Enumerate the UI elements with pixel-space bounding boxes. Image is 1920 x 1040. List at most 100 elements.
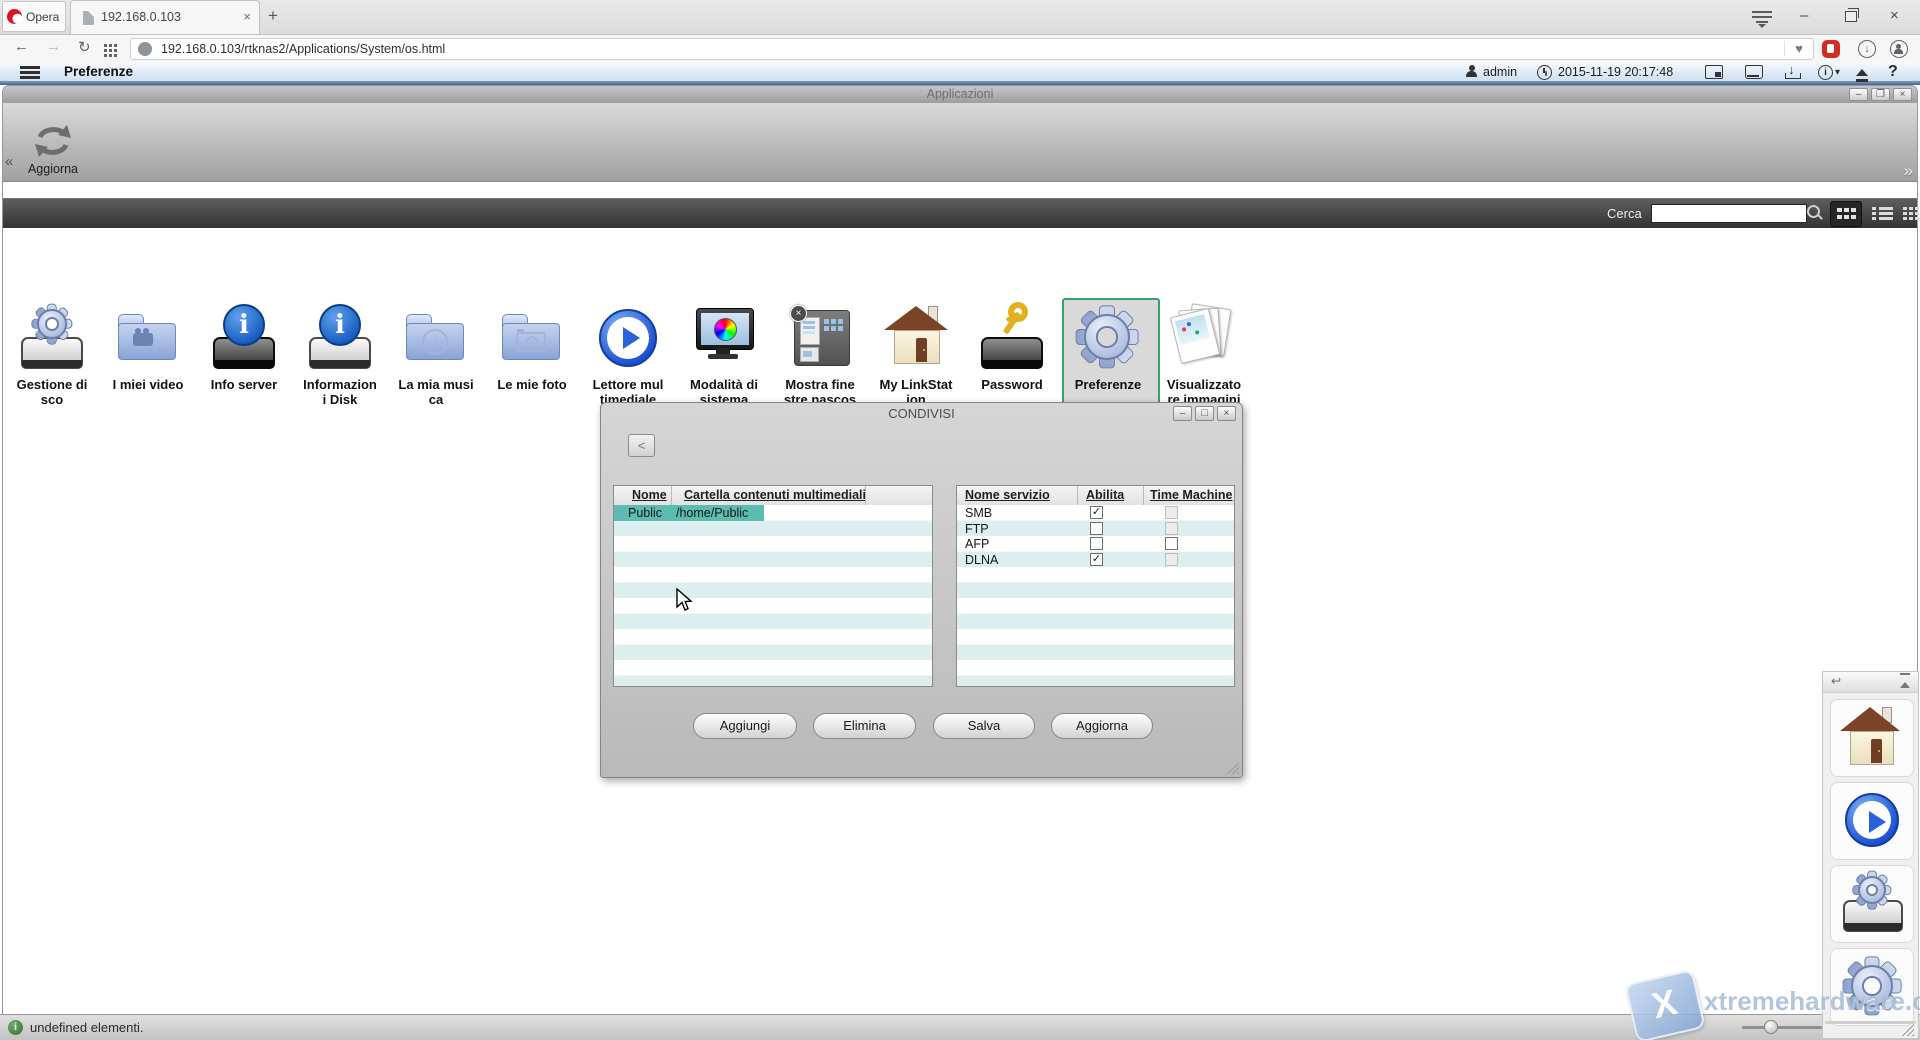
service-row-dlna[interactable]: DLNA bbox=[957, 552, 1234, 568]
refresh-button[interactable]: Aggiorna bbox=[17, 123, 89, 176]
gear-icon bbox=[1853, 871, 1891, 909]
dialog-minimize-button[interactable]: – bbox=[1173, 406, 1192, 421]
app-icon-preferenze[interactable]: Preferenze bbox=[1060, 304, 1156, 392]
appwin-close-button[interactable]: × bbox=[1893, 88, 1912, 101]
zoom-slider-knob[interactable] bbox=[1764, 1020, 1778, 1034]
video-folder-icon bbox=[118, 314, 178, 362]
window-resize-grip[interactable] bbox=[1902, 1024, 1914, 1036]
view-grid-button[interactable] bbox=[1830, 201, 1862, 227]
dlna-abilita-checkbox[interactable] bbox=[1090, 553, 1103, 566]
dialog-close-button[interactable]: × bbox=[1217, 406, 1236, 421]
dock-sidebar: ↩ bbox=[1822, 671, 1919, 1039]
browser-address-bar: ← → ↻ 192.168.0.103/rtknas2/Applications… bbox=[0, 35, 1920, 63]
appwin-minimize-button[interactable]: – bbox=[1849, 88, 1868, 101]
dialog-back-button[interactable]: < bbox=[628, 434, 655, 457]
app-icon-password[interactable]: Password bbox=[964, 304, 1060, 392]
services-table: Nome servizio Abilita Time Machine SMB F… bbox=[956, 485, 1235, 687]
play-icon bbox=[599, 309, 657, 367]
service-row-smb[interactable]: SMB bbox=[957, 505, 1234, 521]
applications-window-title[interactable]: Applicazioni bbox=[3, 86, 1917, 103]
dlna-tm-checkbox[interactable] bbox=[1165, 553, 1178, 566]
zoom-slider-track[interactable] bbox=[1742, 1026, 1822, 1029]
app-icon-la-mia-musica[interactable]: La mia musi ca bbox=[388, 304, 484, 407]
afp-tm-checkbox[interactable] bbox=[1165, 537, 1178, 550]
aggiungi-button[interactable]: Aggiungi bbox=[693, 713, 797, 739]
dock-pin-icon[interactable] bbox=[1900, 677, 1910, 688]
tab-title: 192.168.0.103 bbox=[101, 10, 181, 24]
download-icon[interactable]: ↓ bbox=[1858, 40, 1876, 58]
search-icon[interactable] bbox=[1807, 205, 1820, 218]
app-icon-i-miei-video[interactable]: I miei video bbox=[100, 304, 196, 392]
collapse-left-chevron[interactable]: « bbox=[5, 153, 13, 170]
opera-menu-button[interactable]: Opera bbox=[2, 1, 66, 32]
aggiorna-button[interactable]: Aggiorna bbox=[1051, 713, 1153, 739]
opera-logo-icon bbox=[7, 9, 22, 24]
col-nome-servizio[interactable]: Nome servizio bbox=[965, 488, 1050, 502]
smb-tm-checkbox[interactable] bbox=[1165, 506, 1178, 519]
user-name[interactable]: admin bbox=[1483, 65, 1517, 79]
reload-icon[interactable]: ↻ bbox=[78, 38, 91, 56]
dock-item-my-linkstation[interactable] bbox=[1830, 699, 1914, 777]
adblock-icon[interactable] bbox=[1822, 40, 1840, 58]
dock-back-icon[interactable]: ↩ bbox=[1831, 674, 1841, 688]
selected-share-row[interactable]: Public /home/Public bbox=[614, 505, 764, 521]
play-icon bbox=[1845, 793, 1899, 847]
app-icon-gestione-disco[interactable]: Gestione di sco bbox=[4, 304, 100, 407]
col-abilita[interactable]: Abilita bbox=[1086, 488, 1124, 502]
user-icon bbox=[1466, 65, 1477, 76]
elimina-button[interactable]: Elimina bbox=[813, 713, 916, 739]
collapse-right-chevron[interactable]: » bbox=[1904, 161, 1913, 181]
dialog-maximize-button[interactable]: □ bbox=[1195, 406, 1214, 421]
bookmark-heart-icon[interactable]: ♥ bbox=[1784, 41, 1803, 56]
nas-download-icon[interactable] bbox=[1785, 65, 1799, 79]
storage-icon[interactable] bbox=[1745, 65, 1763, 79]
ftp-abilita-checkbox[interactable] bbox=[1090, 522, 1103, 535]
screenshot-icon[interactable] bbox=[1705, 65, 1723, 79]
window-restore-button[interactable] bbox=[1845, 8, 1857, 22]
app-icon-visualizzatore-immagini[interactable]: Visualizzato re immagini bbox=[1156, 304, 1252, 407]
salva-button[interactable]: Salva bbox=[933, 713, 1035, 739]
col-time-machine[interactable]: Time Machine bbox=[1150, 488, 1232, 502]
tab-menu-icon[interactable] bbox=[1752, 11, 1772, 32]
app-icon-info-server[interactable]: Info server bbox=[196, 304, 292, 392]
smb-abilita-checkbox[interactable] bbox=[1090, 506, 1103, 519]
new-tab-button[interactable]: + bbox=[268, 6, 278, 26]
appwin-restore-button[interactable]: ❐ bbox=[1871, 88, 1890, 101]
app-icon-informazioni-disk[interactable]: Informazion i Disk bbox=[292, 304, 388, 407]
col-cartella[interactable]: Cartella contenuti multimediali bbox=[684, 488, 866, 502]
view-list-button[interactable] bbox=[1867, 201, 1897, 225]
app-icon-my-linkstation[interactable]: My LinkStat ion bbox=[868, 304, 964, 407]
search-input[interactable] bbox=[1651, 204, 1807, 223]
app-icon-lettore-multimediale[interactable]: Lettore mul timediale bbox=[580, 304, 676, 407]
browser-tab[interactable]: 192.168.0.103 × bbox=[70, 0, 260, 34]
view-detail-button[interactable] bbox=[1899, 201, 1920, 225]
eject-icon[interactable] bbox=[1856, 63, 1868, 76]
services-table-body[interactable]: SMB FTP AFP DLNA bbox=[957, 505, 1234, 686]
profile-icon[interactable] bbox=[1890, 40, 1908, 58]
service-row-afp[interactable]: AFP bbox=[957, 536, 1234, 552]
shares-table-body[interactable]: Public /home/Public bbox=[614, 505, 932, 686]
back-icon[interactable]: ← bbox=[14, 38, 29, 55]
site-badge-icon[interactable] bbox=[138, 42, 152, 56]
afp-abilita-checkbox[interactable] bbox=[1090, 537, 1103, 550]
condivisi-dialog: CONDIVISI – □ × < Nome Cartella contenut… bbox=[600, 402, 1243, 778]
ftp-tm-checkbox[interactable] bbox=[1165, 522, 1178, 535]
window-close-button[interactable]: × bbox=[1890, 8, 1899, 24]
help-button[interactable]: ? bbox=[1888, 63, 1898, 81]
forward-icon[interactable]: → bbox=[46, 38, 61, 55]
speed-dial-icon[interactable] bbox=[104, 44, 107, 47]
tab-close-icon[interactable]: × bbox=[243, 9, 251, 24]
dialog-title[interactable]: CONDIVISI bbox=[601, 403, 1242, 424]
service-row-ftp[interactable]: FTP bbox=[957, 521, 1234, 537]
url-field[interactable]: 192.168.0.103/rtknas2/Applications/Syste… bbox=[130, 38, 1814, 60]
nas-menu-icon[interactable] bbox=[20, 66, 40, 81]
dock-item-media-player[interactable] bbox=[1830, 782, 1914, 860]
app-icon-le-mie-foto[interactable]: Le mie foto bbox=[484, 304, 580, 392]
app-icon-modalita-di-sistema[interactable]: Modalità di sistema bbox=[676, 304, 772, 407]
datetime: 2015-11-19 20:17:48 bbox=[1558, 65, 1673, 79]
window-minimize-button[interactable]: – bbox=[1800, 8, 1808, 24]
info-dropdown-icon[interactable] bbox=[1818, 65, 1833, 80]
col-nome[interactable]: Nome bbox=[632, 488, 667, 502]
dock-item-disk-manager[interactable] bbox=[1830, 865, 1914, 943]
dialog-resize-grip[interactable] bbox=[1227, 762, 1239, 774]
